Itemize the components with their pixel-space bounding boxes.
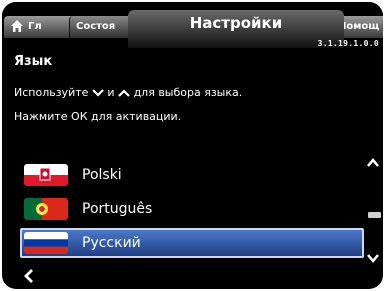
section-title: Язык <box>14 54 53 69</box>
instruction-part2: для выбора языка. <box>133 86 243 99</box>
tab-status-label: Состоя <box>76 21 116 32</box>
tab-home[interactable]: Гл <box>4 16 79 38</box>
language-name: Polski <box>82 167 122 183</box>
language-list: Polski Português Русский <box>20 160 366 258</box>
instruction-and: и <box>107 86 115 99</box>
language-item-portugues[interactable]: Português <box>20 194 364 224</box>
language-name: Português <box>82 201 153 217</box>
chevron-up-icon <box>118 89 130 97</box>
instruction-part1: Используйте <box>14 86 89 99</box>
instruction-line-1: Используйте и для выбора языка. <box>14 86 242 99</box>
tab-home-label: Гл <box>28 21 42 32</box>
scroll-up-icon[interactable] <box>366 157 380 169</box>
tab-status[interactable]: Состоя <box>69 16 135 38</box>
page-title: Настройки <box>189 14 283 32</box>
language-item-russkiy[interactable]: Русский <box>20 228 364 258</box>
home-icon <box>11 20 23 32</box>
tab-settings[interactable]: Настройки <box>128 10 344 48</box>
instruction-line-2: Нажмите ОК для активации. <box>14 110 182 123</box>
back-arrow-icon[interactable] <box>22 268 36 284</box>
language-item-polski[interactable]: Polski <box>20 160 364 190</box>
russian-flag-icon <box>24 232 68 254</box>
chevron-down-icon <box>92 89 104 97</box>
scrollbar-thumb[interactable] <box>368 212 381 218</box>
language-name: Русский <box>82 235 141 251</box>
scroll-down-icon[interactable] <box>366 252 380 264</box>
settings-screen: Гл Состоя Помощ Настройки 3.1.19.1.0.0 Я… <box>2 2 383 289</box>
version-label: 3.1.19.1.0.0 <box>317 39 379 48</box>
tab-help-label: Помощ <box>338 21 380 32</box>
portuguese-flag-icon <box>24 198 68 220</box>
polish-flag-icon <box>24 164 68 186</box>
